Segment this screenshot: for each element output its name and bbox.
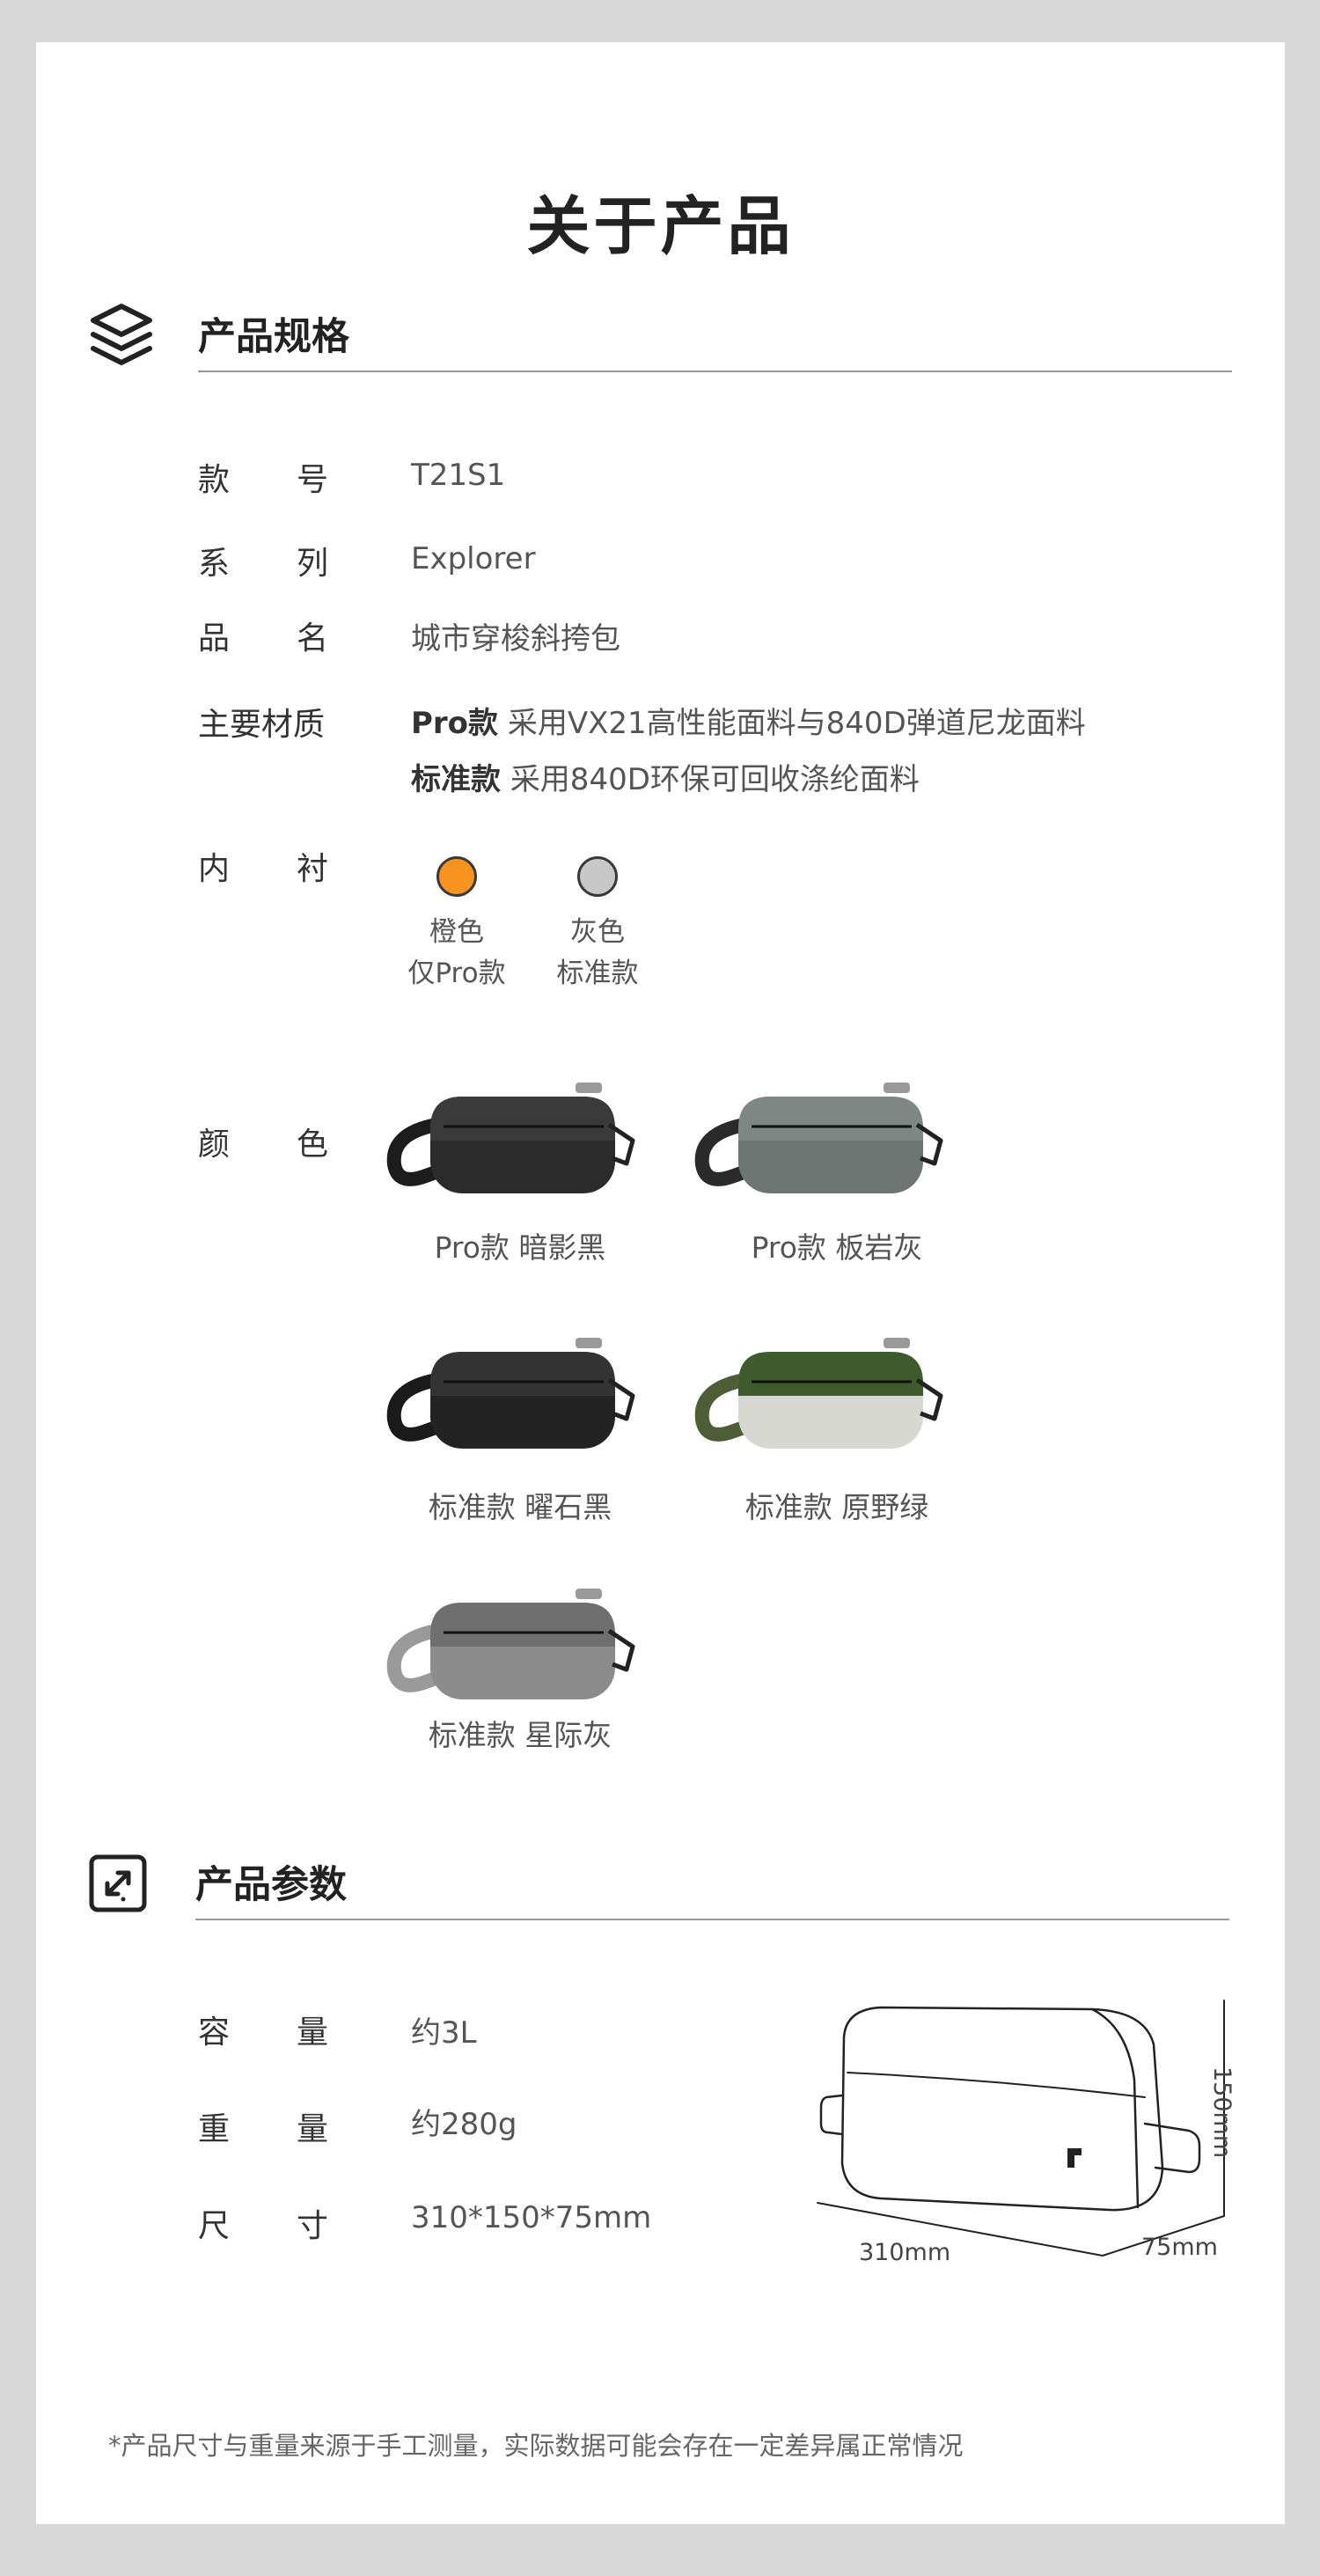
- lining-swatch-gray: [577, 856, 618, 897]
- lining-caption-gray: 灰色 标准款: [556, 916, 639, 989]
- depth-dimension: 75mm: [1141, 2234, 1218, 2261]
- bag-image-pro-slate-gray: [690, 1072, 954, 1204]
- lining-label: 内衬: [198, 851, 329, 887]
- color-caption-pro-slate-gray: Pro款 板岩灰: [751, 1230, 923, 1265]
- size-label: 尺寸: [198, 2208, 329, 2244]
- color-caption-std-field-green: 标准款 原野绿: [744, 1490, 929, 1524]
- bag-image-std-obsidian-black: [382, 1327, 646, 1459]
- dimension-diagram: [775, 1992, 1233, 2308]
- material-pro-line: Pro款 采用VX21高性能面料与840D弹道尼龙面料: [411, 699, 1086, 742]
- footnote: *产品尺寸与重量来源于手工测量，实际数据可能会存在一定差异属正常情况: [108, 2431, 964, 2461]
- lining-swatch-orange: [436, 856, 477, 897]
- material-label: 主要材质: [198, 707, 326, 743]
- expand-arrows-icon: [88, 1853, 148, 1913]
- product-info-card: 关于产品 产品规格 款号 T21S1 系列 Explorer 品名 城市穿梭斜挎…: [36, 42, 1285, 2524]
- height-dimension: 150mm: [1208, 2066, 1236, 2159]
- color-caption-std-obsidian-black: 标准款 曜石黑: [428, 1490, 612, 1524]
- size-value: 310*150*75mm: [411, 2200, 652, 2235]
- spec-section-title: 产品规格: [198, 315, 349, 359]
- spec-section-divider: [198, 371, 1232, 372]
- color-label: 颜色: [198, 1127, 329, 1163]
- lining-caption-orange: 橙色 仅Pro款: [407, 916, 506, 989]
- color-caption-pro-shadow-black: Pro款 暗影黑: [434, 1230, 606, 1265]
- color-caption-std-star-gray: 标准款 星际灰: [428, 1718, 612, 1752]
- series-label: 系列: [198, 546, 329, 582]
- bag-image-std-field-green: [690, 1327, 954, 1459]
- param-section-divider: [195, 1919, 1229, 1920]
- param-section-title: 产品参数: [195, 1863, 347, 1907]
- capacity-value: 约3L: [411, 2015, 477, 2051]
- model-label: 款号: [198, 462, 329, 498]
- product-name-value: 城市穿梭斜挎包: [411, 621, 620, 657]
- bag-image-std-star-gray: [382, 1578, 646, 1710]
- pro-tag: Pro款: [411, 706, 499, 741]
- layers-icon: [86, 299, 157, 370]
- bag-image-pro-shadow-black: [382, 1072, 646, 1204]
- pro-material-text: 采用VX21高性能面料与840D弹道尼龙面料: [507, 706, 1086, 741]
- product-name-label: 品名: [198, 620, 329, 657]
- std-material-text: 采用840D环保可回收涤纶面料: [510, 762, 920, 797]
- weight-value: 约280g: [411, 2107, 517, 2142]
- series-value: Explorer: [411, 541, 536, 576]
- std-tag: 标准款: [411, 762, 501, 797]
- length-dimension: 310mm: [859, 2239, 951, 2266]
- model-value: T21S1: [411, 458, 506, 493]
- weight-label: 重量: [198, 2111, 329, 2147]
- capacity-label: 容量: [198, 2015, 329, 2051]
- material-std-line: 标准款 采用840D环保可回收涤纶面料: [411, 755, 920, 798]
- page-title: 关于产品: [526, 189, 795, 263]
